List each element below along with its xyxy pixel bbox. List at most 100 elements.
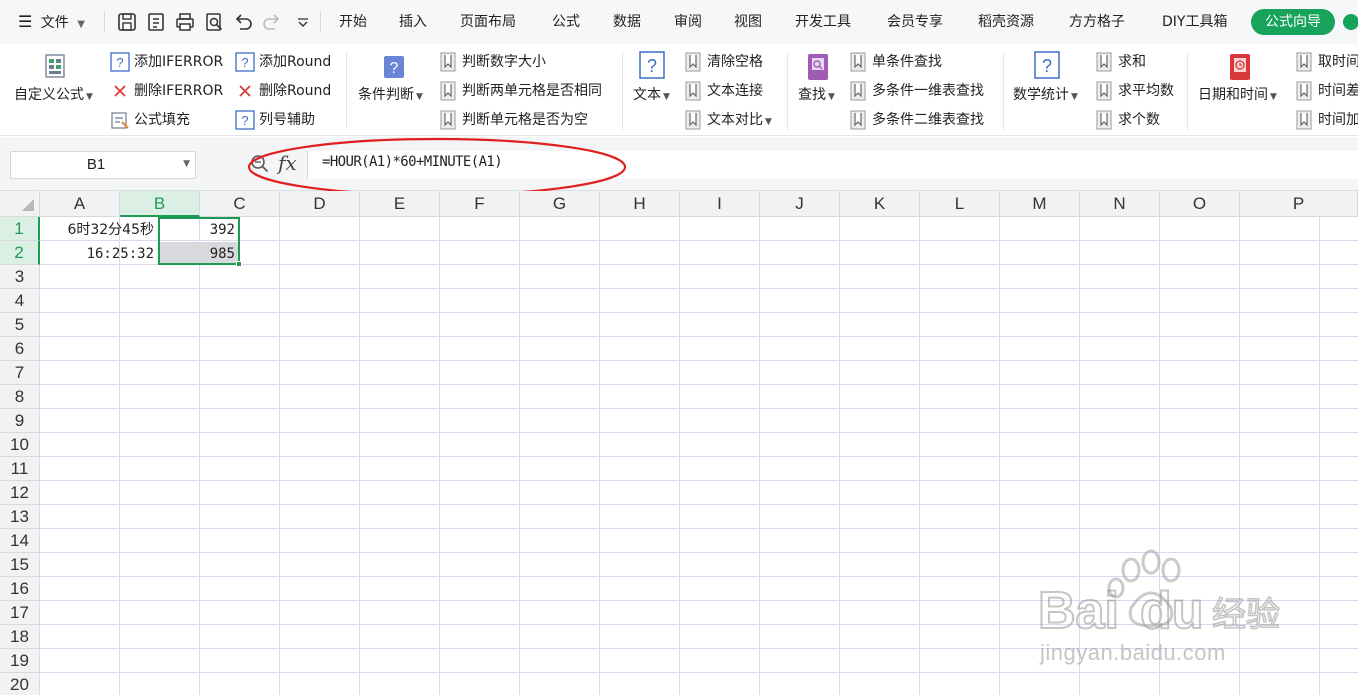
zoom-search-icon[interactable] — [249, 153, 271, 175]
tab-insert[interactable]: 插入 — [399, 11, 427, 33]
spreadsheet-grid[interactable]: ABCDEFGHIJKLMNOP 1 2 3 4 5 6 7 8 9 10 11 12 13 14 15 16… — [0, 191, 1358, 695]
row-header-2[interactable]: 2 — [0, 241, 40, 265]
print-icon[interactable] — [174, 11, 196, 33]
math-stats-help-icon[interactable]: ? — [1033, 50, 1061, 80]
column-header-e[interactable]: E — [360, 191, 440, 217]
add-round-button[interactable]: 添加Round — [259, 52, 331, 72]
sum-button[interactable]: 求和 — [1118, 52, 1146, 72]
tab-developer[interactable]: 开发工具 — [795, 11, 851, 33]
tab-data[interactable]: 数据 — [613, 11, 641, 33]
column-header-a[interactable]: A — [40, 191, 120, 217]
formula-fill-button[interactable]: 公式填充 — [134, 110, 190, 130]
column-header-m[interactable]: M — [1000, 191, 1080, 217]
formula-input[interactable]: =HOUR(A1)*60+MINUTE(A1) — [307, 151, 1358, 179]
row-header-15[interactable]: 15 — [0, 553, 40, 577]
file-menu[interactable]: ☰ 文件 ▼ — [18, 11, 85, 33]
column-header-i[interactable]: I — [680, 191, 760, 217]
save-icon[interactable] — [116, 11, 138, 33]
custom-formula-icon[interactable] — [42, 52, 70, 82]
row-header-17[interactable]: 17 — [0, 601, 40, 625]
tab-page-layout[interactable]: 页面布局 — [460, 11, 516, 33]
row-header-1[interactable]: 1 — [0, 217, 40, 241]
clear-spaces-button[interactable]: 清除空格 — [707, 52, 763, 72]
customize-toolbar-icon[interactable] — [292, 11, 308, 33]
row-header-11[interactable]: 11 — [0, 457, 40, 481]
column-header-h[interactable]: H — [600, 191, 680, 217]
name-box[interactable]: B1 ▼ — [10, 151, 196, 179]
lookup-icon[interactable] — [804, 52, 832, 82]
fill-handle[interactable] — [236, 261, 242, 267]
undo-icon[interactable] — [232, 11, 254, 33]
time-add-button[interactable]: 时间加 — [1318, 110, 1358, 130]
multi-condition-2d-lookup-button[interactable]: 多条件二维表查找 — [872, 110, 984, 130]
text-help-icon[interactable]: ? — [638, 50, 666, 80]
condition-judge-icon[interactable]: ? — [380, 52, 408, 82]
math-stats-button[interactable]: 数学统计 ▼ — [1013, 85, 1078, 107]
condition-judge-button[interactable]: 条件判断 ▼ — [358, 85, 423, 107]
row-header-18[interactable]: 18 — [0, 625, 40, 649]
redo-icon[interactable] — [261, 11, 283, 33]
count-button[interactable]: 求个数 — [1118, 110, 1160, 130]
export-pdf-icon[interactable] — [145, 11, 167, 33]
row-header-12[interactable]: 12 — [0, 481, 40, 505]
cell-a2[interactable]: 16:25:32 — [41, 242, 158, 266]
row-header-9[interactable]: 9 — [0, 409, 40, 433]
lookup-button[interactable]: 查找 ▼ — [798, 85, 835, 107]
row-header-8[interactable]: 8 — [0, 385, 40, 409]
cell-a1[interactable]: 6时32分45秒 — [41, 218, 158, 242]
row-header-3[interactable]: 3 — [0, 265, 40, 289]
row-header-13[interactable]: 13 — [0, 505, 40, 529]
judge-number-size-button[interactable]: 判断数字大小 — [462, 52, 546, 72]
tab-diy-toolbox[interactable]: DIY工具箱 — [1162, 11, 1227, 33]
date-time-button[interactable]: 日期和时间 ▼ — [1198, 85, 1277, 107]
row-header-7[interactable]: 7 — [0, 361, 40, 385]
remove-round-button[interactable]: 删除Round — [259, 81, 331, 101]
time-diff-button[interactable]: 时间差 — [1318, 81, 1358, 101]
tab-review[interactable]: 审阅 — [674, 11, 702, 33]
column-header-l[interactable]: L — [920, 191, 1000, 217]
more-icon[interactable] — [1340, 11, 1358, 33]
judge-two-cells-same-button[interactable]: 判断两单元格是否相同 — [462, 81, 602, 101]
column-header-d[interactable]: D — [280, 191, 360, 217]
tab-member[interactable]: 会员专享 — [887, 11, 943, 33]
column-header-c[interactable]: C — [200, 191, 280, 217]
row-header-10[interactable]: 10 — [0, 433, 40, 457]
row-header-14[interactable]: 14 — [0, 529, 40, 553]
column-header-g[interactable]: G — [520, 191, 600, 217]
row-header-19[interactable]: 19 — [0, 649, 40, 673]
select-all-corner[interactable] — [0, 191, 40, 217]
cell-b2[interactable]: 985 — [159, 242, 239, 266]
remove-iferror-button[interactable]: 删除IFERROR — [134, 81, 223, 101]
tab-fangfang-grid[interactable]: 方方格子 — [1069, 11, 1125, 33]
row-header-6[interactable]: 6 — [0, 337, 40, 361]
print-preview-icon[interactable] — [203, 11, 225, 33]
column-header-k[interactable]: K — [840, 191, 920, 217]
cell-b1[interactable]: 392 — [159, 218, 239, 242]
average-button[interactable]: 求平均数 — [1118, 81, 1174, 101]
single-condition-lookup-button[interactable]: 单条件查找 — [872, 52, 942, 72]
date-time-icon[interactable] — [1226, 52, 1254, 82]
get-time-button[interactable]: 取时间 — [1318, 52, 1358, 72]
row-header-20[interactable]: 20 — [0, 673, 40, 695]
row-header-4[interactable]: 4 — [0, 289, 40, 313]
tab-view[interactable]: 视图 — [734, 11, 762, 33]
column-header-j[interactable]: J — [760, 191, 840, 217]
row-header-5[interactable]: 5 — [0, 313, 40, 337]
tab-formula-wizard[interactable]: 公式向导 — [1251, 9, 1335, 35]
tab-formulas[interactable]: 公式 — [552, 11, 580, 33]
tab-docer-resources[interactable]: 稻壳资源 — [978, 11, 1034, 33]
column-helper-button[interactable]: 列号辅助 — [259, 110, 315, 130]
row-header-16[interactable]: 16 — [0, 577, 40, 601]
multi-condition-1d-lookup-button[interactable]: 多条件一维表查找 — [872, 81, 984, 101]
column-header-n[interactable]: N — [1080, 191, 1160, 217]
tab-home[interactable]: 开始 — [339, 11, 367, 33]
column-header-f[interactable]: F — [440, 191, 520, 217]
add-iferror-button[interactable]: 添加IFERROR — [134, 52, 223, 72]
text-concat-button[interactable]: 文本连接 — [707, 81, 763, 101]
function-icon[interactable]: fx — [278, 150, 302, 176]
text-button[interactable]: 文本 ▼ — [633, 85, 670, 107]
column-header-b[interactable]: B — [120, 191, 200, 217]
column-header-p[interactable]: P — [1240, 191, 1358, 217]
custom-formula-button[interactable]: 自定义公式 ▼ — [14, 85, 93, 107]
judge-cell-empty-button[interactable]: 判断单元格是否为空 — [462, 110, 588, 130]
